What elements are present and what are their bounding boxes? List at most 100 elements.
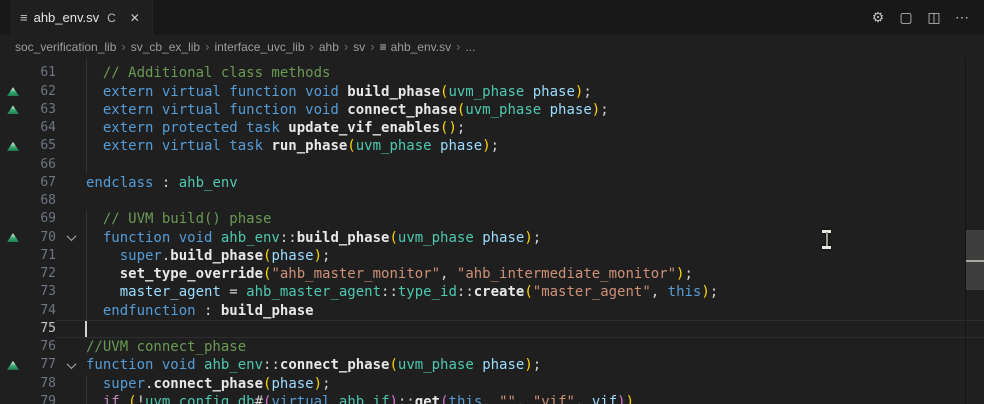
- code-token: ,: [651, 284, 668, 300]
- code-text: endfunction : build_phase: [86, 302, 984, 320]
- line-number[interactable]: 74: [26, 302, 56, 320]
- fold-column: [56, 393, 86, 404]
- code-token: phase: [533, 84, 575, 100]
- line-number[interactable]: 66: [26, 156, 56, 174]
- code-line[interactable]: 78 super.connect_phase(phase);: [0, 375, 984, 393]
- gutter-glyph-margin: [0, 265, 26, 283]
- fold-column: [56, 174, 86, 192]
- code-token: ;: [491, 138, 499, 154]
- breadcrumb-file-item[interactable]: ≡ahb_env.sv: [380, 40, 452, 54]
- code-editor[interactable]: 6061 // Additional class methods62 exter…: [0, 58, 984, 404]
- line-number[interactable]: 75: [26, 320, 56, 338]
- code-line[interactable]: 70 function void ahb_env::build_phase(uv…: [0, 229, 984, 247]
- settings-gear-icon[interactable]: ⚙: [866, 6, 890, 30]
- code-line[interactable]: 64 extern protected task update_vif_enab…: [0, 119, 984, 137]
- code-token: ahb_env: [204, 357, 263, 373]
- line-number[interactable]: 62: [26, 83, 56, 101]
- line-number[interactable]: 65: [26, 137, 56, 155]
- line-number[interactable]: 79: [26, 393, 56, 404]
- indent-guide: [86, 119, 87, 137]
- code-line[interactable]: 74 endfunction : build_phase: [0, 302, 984, 320]
- code-token: !: [137, 394, 145, 404]
- vertical-scrollbar[interactable]: [966, 58, 984, 404]
- code-text: // UVM build() phase: [86, 210, 984, 228]
- code-line[interactable]: 61 // Additional class methods: [0, 64, 984, 82]
- tab-ahb-env-sv[interactable]: ≡ ahb_env.sv C ✕: [10, 0, 153, 35]
- chevron-down-icon[interactable]: [66, 231, 76, 241]
- fold-column: [56, 137, 86, 155]
- line-number[interactable]: 64: [26, 119, 56, 137]
- split-editor-icon[interactable]: ◫: [922, 6, 946, 30]
- code-line[interactable]: 68: [0, 192, 984, 210]
- layout-square-icon[interactable]: ▢: [894, 6, 918, 30]
- close-icon[interactable]: ✕: [128, 9, 142, 27]
- breadcrumb-item[interactable]: sv_cb_ex_lib: [131, 40, 200, 54]
- code-token: ): [524, 357, 532, 373]
- line-number[interactable]: 63: [26, 101, 56, 119]
- code-token: build_phase: [221, 303, 314, 319]
- code-line[interactable]: 62 extern virtual function void build_ph…: [0, 83, 984, 101]
- indent-guide: [86, 210, 87, 228]
- line-number[interactable]: 70: [26, 229, 56, 247]
- code-token: :: [196, 303, 221, 319]
- breadcrumb-item[interactable]: interface_uvc_lib: [214, 40, 304, 54]
- indent-guide: [86, 156, 87, 174]
- code-line[interactable]: 69 // UVM build() phase: [0, 210, 984, 228]
- code-line[interactable]: 63 extern virtual function void connect_…: [0, 101, 984, 119]
- fold-column: [56, 119, 86, 137]
- line-number[interactable]: 67: [26, 174, 56, 192]
- code-line[interactable]: 76//UVM connect_phase: [0, 338, 984, 356]
- line-number[interactable]: 69: [26, 210, 56, 228]
- line-number[interactable]: 72: [26, 265, 56, 283]
- code-line[interactable]: 66: [0, 156, 984, 174]
- breadcrumb-item[interactable]: sv: [353, 40, 365, 54]
- code-token: ::: [381, 284, 398, 300]
- code-line[interactable]: 77function void ahb_env::connect_phase(u…: [0, 356, 984, 374]
- line-number[interactable]: 71: [26, 247, 56, 265]
- fold-column: [56, 210, 86, 228]
- breadcrumb-overflow[interactable]: ...: [465, 40, 475, 54]
- code-line[interactable]: 67endclass : ahb_env: [0, 174, 984, 192]
- code-token: ahb_master_agent: [246, 284, 381, 300]
- line-number[interactable]: 73: [26, 283, 56, 301]
- code-line[interactable]: 75: [0, 320, 984, 338]
- code-line[interactable]: 73 master_agent = ahb_master_agent::type…: [0, 283, 984, 301]
- code-token: endfunction: [86, 303, 196, 319]
- line-number[interactable]: 76: [26, 338, 56, 356]
- code-token: #: [255, 394, 263, 404]
- code-line[interactable]: 65 extern virtual task run_phase(uvm_pha…: [0, 137, 984, 155]
- code-token: ::: [398, 394, 415, 404]
- line-number[interactable]: 77: [26, 356, 56, 374]
- gutter-glyph-margin: [0, 375, 26, 393]
- breadcrumb-item[interactable]: soc_verification_lib: [15, 40, 116, 54]
- code-lines: 6061 // Additional class methods62 exter…: [0, 58, 984, 404]
- gutter-glyph-margin: [0, 119, 26, 137]
- code-token: [541, 102, 549, 118]
- code-token: ;: [533, 230, 541, 246]
- code-token: ,: [482, 394, 499, 404]
- code-token: [524, 84, 532, 100]
- code-line[interactable]: 71 super.build_phase(phase);: [0, 247, 984, 265]
- code-line[interactable]: 79 if (!uvm_config_db#(virtual ahb_if)::…: [0, 393, 984, 404]
- code-token: (: [347, 138, 355, 154]
- code-line[interactable]: 72 set_type_override("ahb_master_monitor…: [0, 265, 984, 283]
- code-token: create: [474, 284, 525, 300]
- line-number[interactable]: 61: [26, 64, 56, 82]
- code-token: "": [499, 394, 516, 404]
- breadcrumb-separator-icon: ›: [205, 39, 209, 54]
- overview-ruler-mark: [966, 260, 984, 262]
- code-token: phase: [482, 230, 524, 246]
- indent-guide: [86, 83, 87, 101]
- chevron-down-icon[interactable]: [66, 359, 76, 369]
- more-actions-icon[interactable]: ⋯: [950, 6, 974, 30]
- fold-column: [56, 302, 86, 320]
- code-token: virtual: [271, 394, 338, 404]
- line-number[interactable]: 68: [26, 192, 56, 210]
- breadcrumb-item[interactable]: ahb: [319, 40, 339, 54]
- code-text: extern virtual function void connect_pha…: [86, 101, 984, 119]
- code-token: master_agent: [86, 284, 221, 300]
- line-number[interactable]: 78: [26, 375, 56, 393]
- code-token: extern protected task: [86, 120, 288, 136]
- code-token: ;: [322, 376, 330, 392]
- fold-column: [56, 320, 86, 338]
